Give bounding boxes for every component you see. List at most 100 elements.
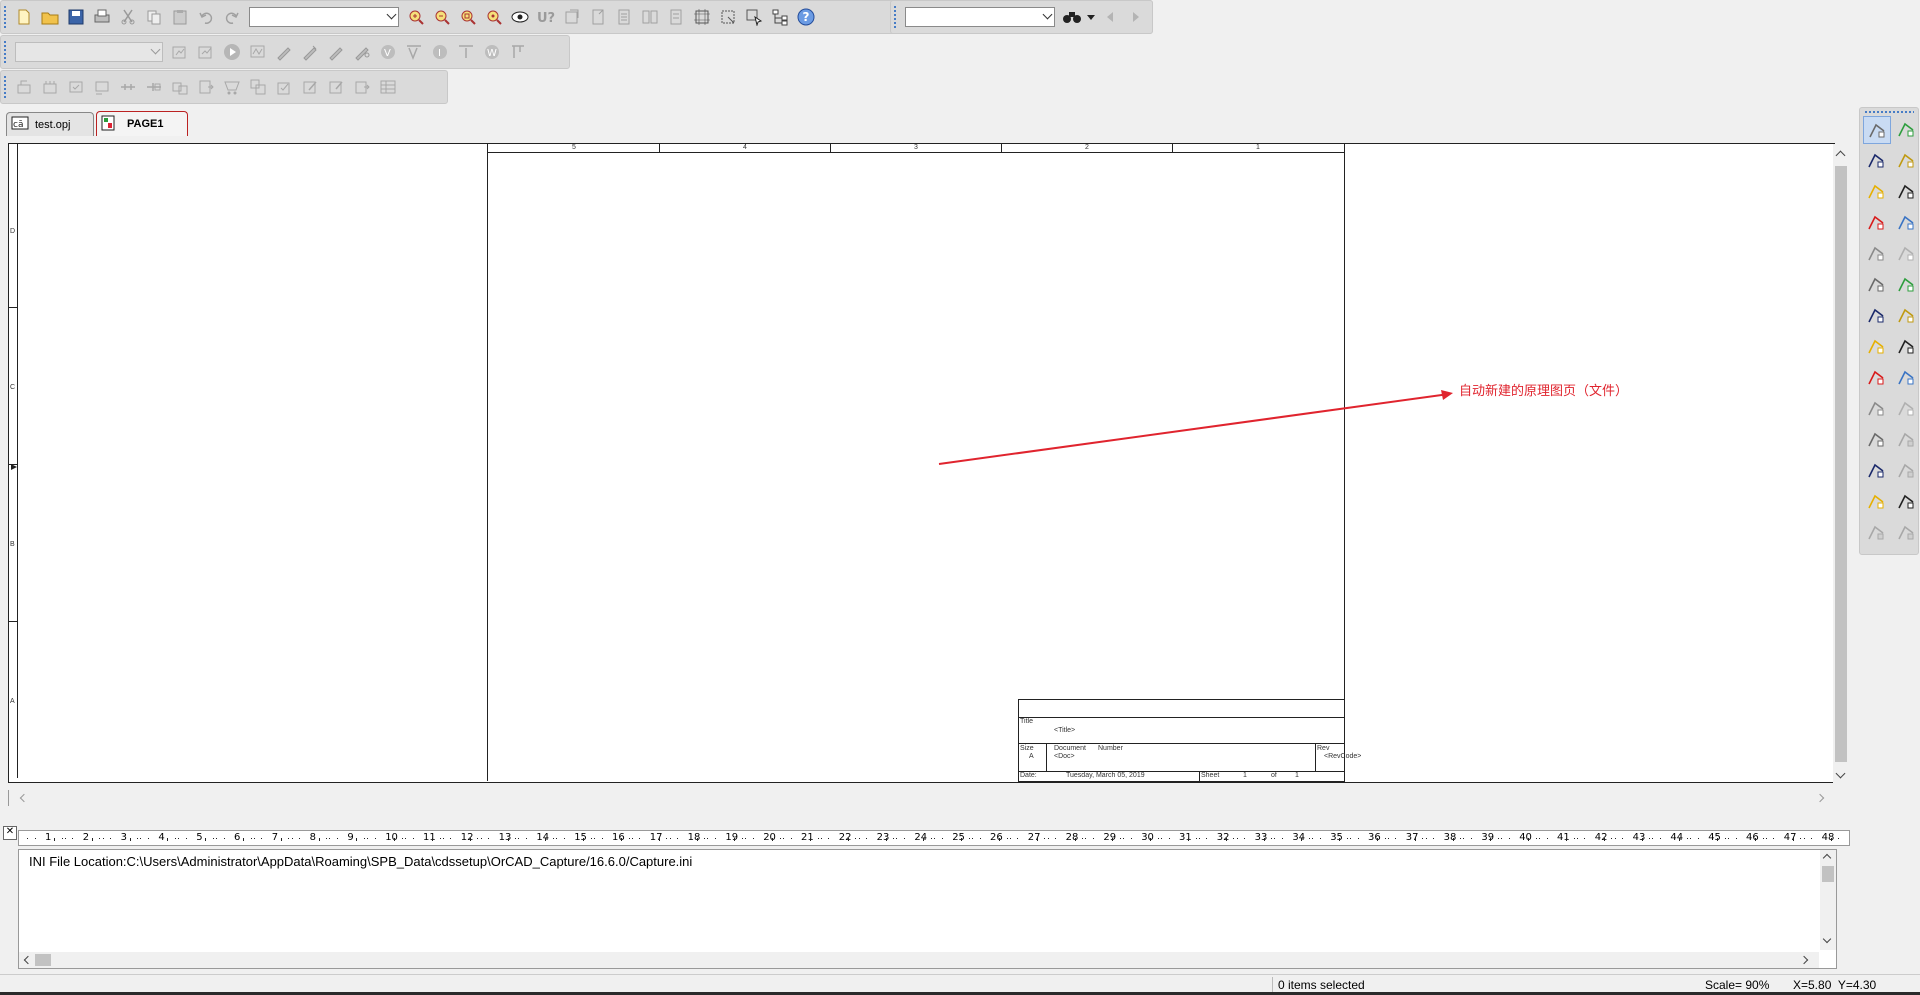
pcb-14-icon[interactable] [349,74,375,100]
search-combo[interactable] [249,7,399,27]
view-results-icon[interactable] [245,39,271,65]
paste-icon[interactable] [167,4,193,30]
place-elliptical-arc-icon[interactable] [1893,457,1919,483]
scroll-right-icon[interactable] [1815,793,1825,803]
scroll-up-icon[interactable] [1822,853,1832,863]
diff-probe-icon[interactable] [349,39,375,65]
net-group-icon[interactable] [1893,147,1919,173]
pcb-4-icon[interactable] [89,74,115,100]
place-text-icon[interactable] [1893,488,1919,514]
undo-icon[interactable] [193,4,219,30]
off-page-icon[interactable] [1893,302,1919,328]
zoom-out-icon[interactable] [429,4,455,30]
ground-icon[interactable] [1863,302,1889,328]
drc-icon[interactable] [585,4,611,30]
place-image-icon[interactable] [1863,519,1889,545]
save-icon[interactable] [63,4,89,30]
bus-icon[interactable] [1863,178,1889,204]
binoculars-icon[interactable] [1059,4,1085,30]
tab-project[interactable]: cā test.opj [6,112,94,136]
select-icon[interactable] [1863,116,1891,144]
copy-icon[interactable] [141,4,167,30]
current-probe-icon[interactable] [297,39,323,65]
place-rectangle-icon[interactable] [1863,426,1889,452]
output-vertical-scrollbar[interactable] [1820,850,1836,950]
schematic-canvas[interactable]: D C B A 5 4 3 2 1 Title <Title> Size A D… [8,143,1835,783]
pcb-7-icon[interactable] [167,74,193,100]
net-alias-icon[interactable] [1863,271,1889,297]
toolbar-grip[interactable] [893,5,897,29]
pcb-13-icon[interactable] [323,74,349,100]
scroll-thumb[interactable] [35,954,51,966]
netlist-icon[interactable] [611,4,637,30]
output-window[interactable]: INI File Location:C:\Users\Administrator… [18,849,1837,969]
hierarchy-icon[interactable] [767,4,793,30]
place-arc-icon[interactable] [1863,457,1889,483]
zoom-all-icon[interactable] [481,4,507,30]
pcb-8-icon[interactable] [193,74,219,100]
find-combo[interactable] [905,7,1055,27]
select-icon[interactable] [741,4,767,30]
new-profile-icon[interactable] [193,39,219,65]
pcb-3-icon[interactable] [63,74,89,100]
new-icon[interactable] [11,4,37,30]
scroll-right-icon[interactable] [1799,955,1809,965]
scroll-down-icon[interactable] [1822,934,1832,944]
v-bias-icon[interactable] [401,39,427,65]
bom-icon[interactable] [663,4,689,30]
open-icon[interactable] [37,4,63,30]
snap-grid-icon[interactable] [689,4,715,30]
auto-bus-icon[interactable] [1893,209,1919,235]
annotate-icon[interactable]: U? [533,4,559,30]
w-marker-icon[interactable]: W [479,39,505,65]
output-horizontal-scrollbar[interactable] [19,952,1819,968]
scroll-up-icon[interactable] [1835,150,1846,161]
power-icon[interactable] [1893,271,1919,297]
hier-pin-icon[interactable] [1863,364,1889,390]
auto-wire-icon[interactable] [1893,178,1919,204]
chevron-down-icon[interactable] [1042,9,1053,20]
pcb-15-icon[interactable] [375,74,401,100]
power-probe-icon[interactable] [323,39,349,65]
hier-block-icon[interactable] [1863,333,1889,359]
zoom-area-icon[interactable] [455,4,481,30]
pcb-11-icon[interactable] [271,74,297,100]
place-ellipse-icon[interactable] [1893,426,1919,452]
voltage-probe-icon[interactable] [271,39,297,65]
toolbar-grip[interactable] [3,40,7,64]
area-select-icon[interactable] [715,4,741,30]
zoom-in-icon[interactable] [403,4,429,30]
pcb-1-icon[interactable] [11,74,37,100]
pcb-5-icon[interactable] [115,74,141,100]
i-marker-icon[interactable] [453,39,479,65]
wire-icon[interactable] [1863,147,1889,173]
chevron-down-icon[interactable] [386,9,397,20]
scroll-down-icon[interactable] [1835,768,1846,779]
scroll-thumb[interactable] [1835,166,1847,762]
place-polyline-icon[interactable] [1893,395,1919,421]
next-icon[interactable] [1123,4,1149,30]
scroll-left-icon[interactable] [23,955,33,965]
scroll-thumb[interactable] [1822,866,1834,882]
place-bezier-icon[interactable] [1863,488,1889,514]
toolbar-grip[interactable] [1864,110,1914,114]
print-icon[interactable] [89,4,115,30]
pcb-9-icon[interactable] [219,74,245,100]
pcb-6-icon[interactable] [141,74,167,100]
tab-page1[interactable]: PAGE1 [96,111,188,136]
profile-combo[interactable] [15,42,163,62]
canvas-vertical-scrollbar[interactable] [1833,144,1849,784]
pcb-10-icon[interactable] [245,74,271,100]
crossref-icon[interactable] [637,4,663,30]
no-connect-icon[interactable] [1893,364,1919,390]
bus-entry-icon[interactable] [1893,240,1919,266]
place-part-icon[interactable] [1893,116,1919,142]
edit-profile-icon[interactable] [167,39,193,65]
i-bias-icon[interactable]: I [427,39,453,65]
prev-icon[interactable] [1097,4,1123,30]
place-ieee-icon[interactable] [1893,519,1919,545]
toolbar-grip[interactable] [3,75,7,99]
back-annotate-icon[interactable] [559,4,585,30]
junction-icon[interactable] [1863,240,1889,266]
redo-icon[interactable] [219,4,245,30]
